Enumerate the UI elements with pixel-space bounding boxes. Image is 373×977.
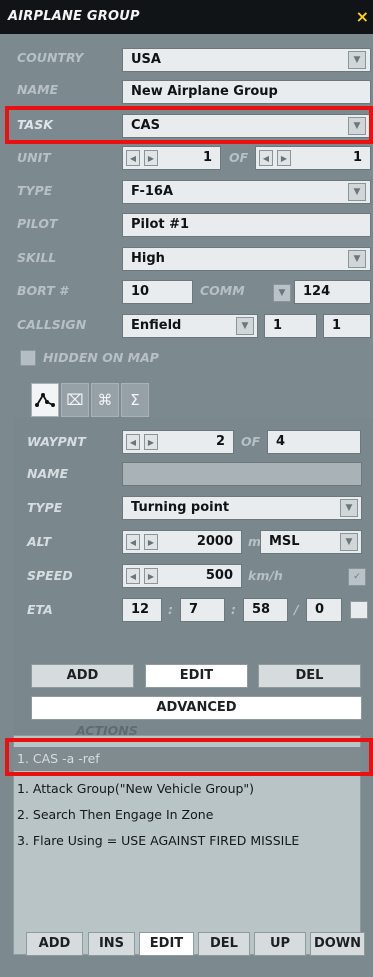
hidden-on-map-label: HIDDEN ON MAP <box>43 350 159 365</box>
target-box-icon: ⌧ <box>66 391 84 409</box>
eta-label: ETA <box>27 602 53 617</box>
speed-unit: km/h <box>248 568 283 583</box>
list-item[interactable]: 3. Flare Using = USE AGAINST FIRED MISSI… <box>13 829 361 853</box>
waypoint-tabs: ⌧ ⌘ Σ <box>23 383 373 419</box>
country-label: COUNTRY <box>17 50 84 65</box>
chevron-down-icon[interactable]: ▼ <box>348 117 366 135</box>
chevron-down-icon[interactable]: ▼ <box>273 284 291 302</box>
callsign-number-2[interactable]: 1 <box>323 314 371 338</box>
add-action-button[interactable]: ADD <box>26 932 83 956</box>
comm-input[interactable]: 124 <box>294 280 371 304</box>
alt-value[interactable]: 2000 <box>122 530 242 554</box>
waypoint-type-select[interactable]: Turning point <box>122 496 362 520</box>
airplane-group-panel: AIRPLANE GROUP × COUNTRY USA ▼ NAME New … <box>0 0 373 977</box>
delete-action-button[interactable]: DEL <box>198 932 250 956</box>
arrow-left-icon[interactable]: ◀ <box>126 150 140 166</box>
arrow-right-icon[interactable]: ▶ <box>144 150 158 166</box>
edit-waypoint-button[interactable]: EDIT <box>145 664 248 688</box>
arrow-left-icon[interactable]: ◀ <box>126 568 140 584</box>
route-icon <box>35 393 55 407</box>
name-input[interactable]: New Airplane Group <box>122 80 371 104</box>
eta-days[interactable]: 0 <box>306 598 342 622</box>
list-item[interactable]: 1. Attack Group("New Vehicle Group") <box>13 777 361 801</box>
eta-colon-2: : <box>231 602 236 617</box>
skill-select[interactable]: High <box>122 247 371 271</box>
tab-targets[interactable]: ⌧ <box>61 383 89 417</box>
task-select[interactable]: CAS <box>122 114 371 138</box>
chevron-down-icon[interactable]: ▼ <box>348 51 366 69</box>
arrow-right-icon[interactable]: ▶ <box>277 150 291 166</box>
waypnt-label: WAYPNT <box>27 434 86 449</box>
tab-summary[interactable]: Σ <box>121 383 149 417</box>
callsign-label: CALLSIGN <box>17 317 87 332</box>
delete-waypoint-button[interactable]: DEL <box>258 664 361 688</box>
eta-slash: / <box>294 602 299 617</box>
eta-seconds[interactable]: 58 <box>243 598 288 622</box>
sigma-icon: Σ <box>130 391 140 409</box>
tab-triggers[interactable]: ⌘ <box>91 383 119 417</box>
task-label: TASK <box>17 117 53 132</box>
name-label: NAME <box>17 82 59 97</box>
arrow-left-icon[interactable]: ◀ <box>259 150 273 166</box>
eta-hours[interactable]: 12 <box>122 598 162 622</box>
move-down-action-button[interactable]: DOWN <box>310 932 365 956</box>
arrow-right-icon[interactable]: ▶ <box>144 568 158 584</box>
eta-lock-checkbox[interactable] <box>350 601 368 619</box>
arrow-left-icon[interactable]: ◀ <box>126 534 140 550</box>
speed-value[interactable]: 500 <box>122 564 242 588</box>
waypoint-name-input[interactable] <box>122 462 362 486</box>
skill-label: SKILL <box>17 250 57 265</box>
tab-waypoints[interactable] <box>31 383 59 417</box>
close-icon[interactable]: × <box>356 7 369 26</box>
title-bar: AIRPLANE GROUP × <box>0 0 373 34</box>
waypnt-of-label: OF <box>241 434 261 449</box>
bort-input[interactable]: 10 <box>122 280 193 304</box>
add-waypoint-button[interactable]: ADD <box>31 664 134 688</box>
chevron-down-icon[interactable]: ▼ <box>236 317 254 335</box>
waypoint-type-label: TYPE <box>27 500 63 515</box>
type-select[interactable]: F-16A <box>122 180 371 204</box>
waypnt-of-value[interactable]: 4 <box>267 430 361 454</box>
chevron-down-icon[interactable]: ▼ <box>348 250 366 268</box>
comm-label: COMM <box>200 283 245 298</box>
bort-label: BORT # <box>17 283 68 298</box>
eta-colon-1: : <box>168 602 173 617</box>
arrow-left-icon[interactable]: ◀ <box>126 434 140 450</box>
insert-action-button[interactable]: INS <box>88 932 135 956</box>
chevron-down-icon[interactable]: ▼ <box>340 499 358 517</box>
hidden-on-map-checkbox[interactable] <box>20 350 36 366</box>
callsign-number-1[interactable]: 1 <box>264 314 317 338</box>
advanced-button[interactable]: ADVANCED <box>31 696 362 720</box>
list-item[interactable]: 1. CAS -a -ref <box>13 747 361 771</box>
unit-of-label: OF <box>229 150 249 165</box>
country-select[interactable]: USA <box>122 48 371 72</box>
speed-label: SPEED <box>27 568 73 583</box>
pilot-label: PILOT <box>17 216 58 231</box>
pilot-input[interactable]: Pilot #1 <box>122 213 371 237</box>
type-label: TYPE <box>17 183 53 198</box>
panel-title: AIRPLANE GROUP <box>8 9 140 24</box>
arrow-right-icon[interactable]: ▶ <box>144 434 158 450</box>
arrow-right-icon[interactable]: ▶ <box>144 534 158 550</box>
unit-label: UNIT <box>17 150 51 165</box>
edit-action-button[interactable]: EDIT <box>139 932 194 956</box>
eta-minutes[interactable]: 7 <box>180 598 225 622</box>
command-icon: ⌘ <box>97 391 113 409</box>
list-item[interactable]: 2. Search Then Engage In Zone <box>13 803 361 827</box>
move-up-action-button[interactable]: UP <box>254 932 306 956</box>
waypoint-name-label: NAME <box>27 466 69 481</box>
check-icon[interactable]: ✓ <box>348 568 366 586</box>
alt-label: ALT <box>27 534 52 549</box>
chevron-down-icon[interactable]: ▼ <box>340 533 358 551</box>
chevron-down-icon[interactable]: ▼ <box>348 183 366 201</box>
